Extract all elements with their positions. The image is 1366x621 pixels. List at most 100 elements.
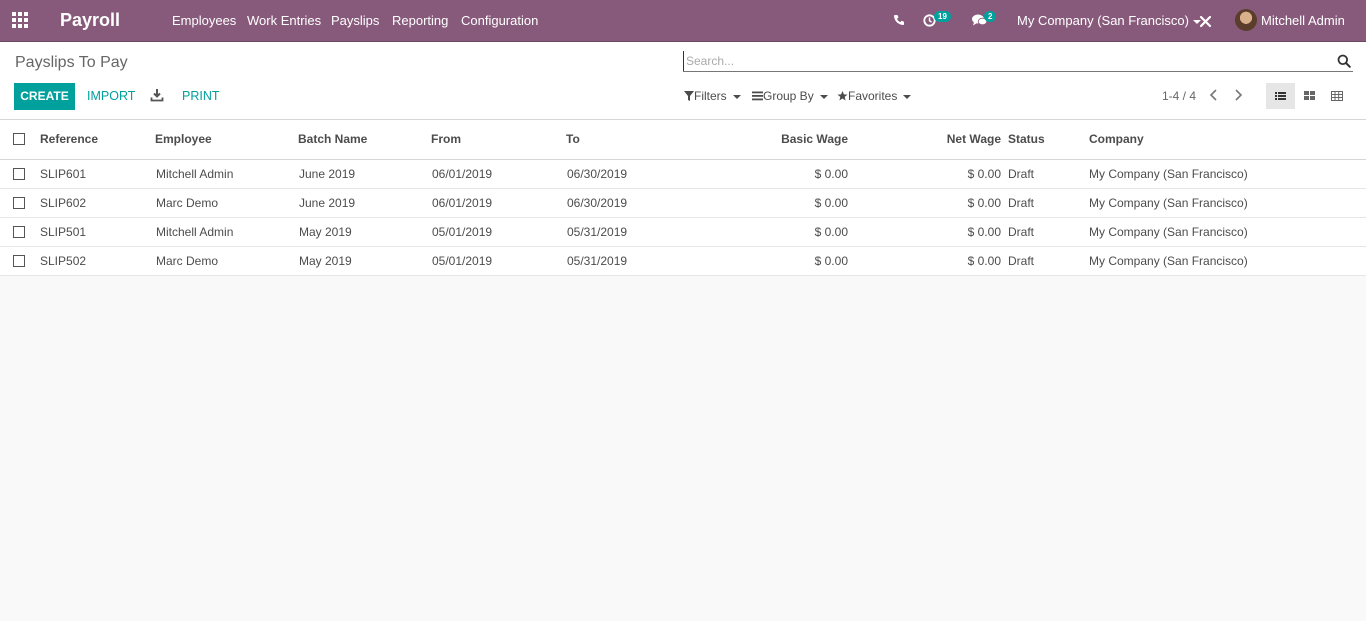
col-status[interactable]: Status	[1008, 120, 1045, 158]
list-view-button[interactable]	[1266, 83, 1295, 109]
col-to[interactable]: To	[566, 120, 580, 158]
import-button[interactable]: IMPORT	[87, 89, 135, 103]
list-view-icon	[1275, 92, 1286, 100]
filter-icon	[684, 91, 694, 101]
table-row[interactable]: SLIP501 Mitchell Admin May 2019 05/01/20…	[0, 218, 1366, 247]
filters-dropdown[interactable]: Filters	[684, 89, 741, 103]
cell-status: Draft	[1008, 167, 1035, 181]
pager-value[interactable]: 1-4 / 4	[1162, 89, 1196, 103]
cell-reference: SLIP602	[40, 196, 87, 210]
list-icon	[752, 91, 763, 101]
cell-batch-name: June 2019	[299, 196, 356, 210]
cell-to: 05/31/2019	[567, 254, 628, 268]
kanban-view-icon	[1304, 91, 1315, 100]
table-row[interactable]: SLIP502 Marc Demo May 2019 05/01/2019 05…	[0, 247, 1366, 276]
cell-basic-wage: $ 0.00	[814, 225, 848, 239]
cell-employee: Marc Demo	[156, 196, 219, 210]
cell-status: Draft	[1008, 196, 1035, 210]
chevron-right-icon[interactable]	[1231, 87, 1245, 103]
table-row[interactable]: SLIP601 Mitchell Admin June 2019 06/01/2…	[0, 160, 1366, 189]
chevron-down-icon	[819, 94, 828, 99]
phone-icon[interactable]	[893, 14, 905, 26]
col-batch-name[interactable]: Batch Name	[298, 120, 367, 158]
chevron-down-icon	[903, 94, 912, 99]
activities-badge: 19	[934, 11, 951, 22]
col-employee[interactable]: Employee	[155, 120, 212, 158]
cell-employee: Mitchell Admin	[156, 167, 234, 181]
filters-label: Filters	[694, 89, 727, 103]
user-menu[interactable]: Mitchell Admin	[1261, 13, 1345, 28]
chevron-down-icon	[732, 94, 741, 99]
cell-batch-name: June 2019	[299, 167, 356, 181]
col-from[interactable]: From	[431, 120, 461, 158]
favorites-dropdown[interactable]: Favorites	[837, 89, 912, 103]
cell-status: Draft	[1008, 254, 1035, 268]
table-header: Reference Employee Batch Name From To Ba…	[0, 120, 1366, 160]
select-all-checkbox[interactable]	[13, 133, 25, 145]
cell-to: 06/30/2019	[567, 196, 628, 210]
cell-from: 05/01/2019	[432, 254, 493, 268]
menu-work-entries[interactable]: Work Entries	[247, 13, 321, 28]
table-view-icon	[1331, 91, 1343, 101]
menu-reporting[interactable]: Reporting	[392, 13, 448, 28]
search-input[interactable]	[683, 51, 1323, 71]
cell-to: 06/30/2019	[567, 167, 628, 181]
star-icon	[837, 91, 848, 101]
cell-net-wage: $ 0.00	[967, 254, 1001, 268]
col-basic-wage[interactable]: Basic Wage	[700, 120, 848, 158]
cell-batch-name: May 2019	[299, 225, 352, 239]
table-row[interactable]: SLIP602 Marc Demo June 2019 06/01/2019 0…	[0, 189, 1366, 218]
cell-basic-wage: $ 0.00	[814, 196, 848, 210]
cell-reference: SLIP601	[40, 167, 87, 181]
cell-reference: SLIP501	[40, 225, 87, 239]
app-grid-icon[interactable]	[12, 12, 30, 30]
cell-batch-name: May 2019	[299, 254, 352, 268]
create-button[interactable]: CREATE	[14, 83, 75, 110]
app-brand[interactable]: Payroll	[60, 10, 120, 31]
cell-company: My Company (San Francisco)	[1089, 167, 1248, 181]
cell-from: 05/01/2019	[432, 225, 493, 239]
top-navbar: Payroll Employees Work Entries Payslips …	[0, 0, 1366, 42]
pivot-view-button[interactable]	[1323, 83, 1352, 109]
col-reference[interactable]: Reference	[40, 120, 98, 158]
cell-employee: Marc Demo	[156, 254, 219, 268]
search-bar	[683, 51, 1353, 72]
chevron-left-icon[interactable]	[1207, 87, 1221, 103]
menu-employees[interactable]: Employees	[172, 13, 236, 28]
row-checkbox[interactable]	[13, 168, 25, 180]
search-icon[interactable]	[1337, 54, 1351, 68]
cell-basic-wage: $ 0.00	[814, 254, 848, 268]
messages-badge: 2	[984, 11, 997, 22]
cell-net-wage: $ 0.00	[967, 196, 1001, 210]
cell-from: 06/01/2019	[432, 167, 493, 181]
menu-payslips[interactable]: Payslips	[331, 13, 379, 28]
col-net-wage[interactable]: Net Wage	[860, 120, 1001, 158]
company-switcher[interactable]: My Company (San Francisco)	[1017, 13, 1201, 28]
download-icon[interactable]	[150, 88, 164, 102]
row-checkbox[interactable]	[13, 255, 25, 267]
cell-status: Draft	[1008, 225, 1035, 239]
cell-from: 06/01/2019	[432, 196, 493, 210]
breadcrumb[interactable]: Payslips To Pay	[15, 54, 128, 72]
cell-company: My Company (San Francisco)	[1089, 196, 1248, 210]
payslip-list: Reference Employee Batch Name From To Ba…	[0, 120, 1366, 276]
cell-employee: Mitchell Admin	[156, 225, 234, 239]
col-company[interactable]: Company	[1089, 120, 1144, 158]
groupby-label: Group By	[763, 89, 814, 103]
cell-company: My Company (San Francisco)	[1089, 225, 1248, 239]
cell-basic-wage: $ 0.00	[814, 167, 848, 181]
cell-to: 05/31/2019	[567, 225, 628, 239]
menu-configuration[interactable]: Configuration	[461, 13, 538, 28]
cell-company: My Company (San Francisco)	[1089, 254, 1248, 268]
favorites-label: Favorites	[848, 89, 898, 103]
row-checkbox[interactable]	[13, 226, 25, 238]
row-checkbox[interactable]	[13, 197, 25, 209]
company-name: My Company (San Francisco)	[1017, 13, 1189, 28]
cell-reference: SLIP502	[40, 254, 87, 268]
avatar[interactable]	[1235, 9, 1257, 31]
kanban-view-button[interactable]	[1295, 83, 1324, 109]
cell-net-wage: $ 0.00	[967, 167, 1001, 181]
debug-tools-icon[interactable]	[1199, 15, 1212, 28]
print-button[interactable]: PRINT	[182, 89, 220, 103]
groupby-dropdown[interactable]: Group By	[752, 89, 828, 103]
